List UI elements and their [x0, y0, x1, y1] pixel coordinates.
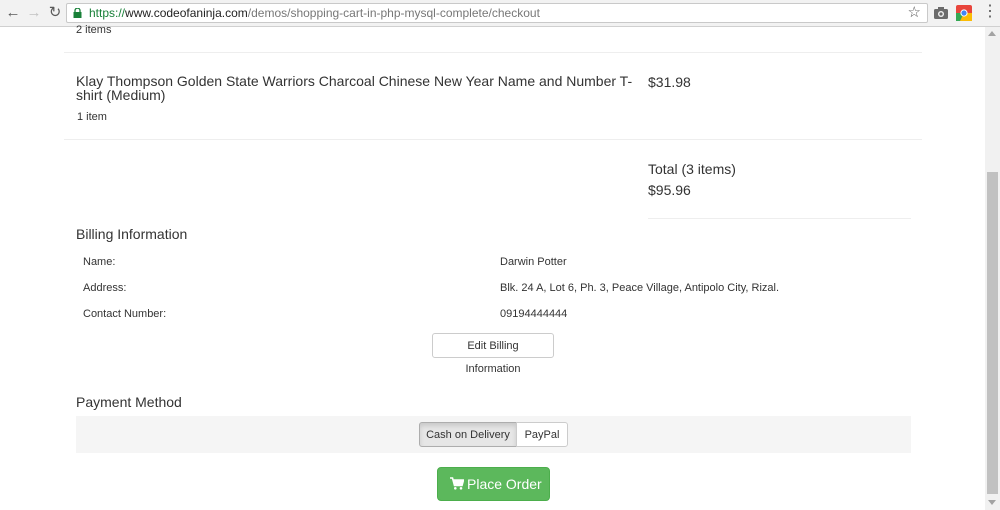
bookmark-star-icon[interactable]: ☆ — [908, 4, 921, 22]
divider — [64, 139, 922, 140]
billing-contact-value: 09194444444 — [500, 308, 568, 320]
lock-icon — [73, 8, 82, 18]
shopping-cart-icon — [450, 477, 464, 490]
scroll-down-arrow-icon[interactable] — [988, 500, 996, 505]
edit-billing-button[interactable]: Edit Billing Information — [432, 333, 554, 375]
forward-arrow-icon[interactable]: → — [25, 4, 43, 22]
scroll-up-arrow-icon[interactable] — [988, 31, 996, 36]
product-name: Klay Thompson Golden State Warriors Char… — [76, 73, 633, 103]
billing-name-value: Darwin Potter — [500, 256, 567, 268]
chrome-extension-icon[interactable] — [956, 5, 972, 21]
cash-on-delivery-button[interactable]: Cash on Delivery — [419, 422, 517, 447]
url-text: https://www.codeofaninja.com/demos/shopp… — [89, 6, 540, 20]
product-quantity: 1 item — [77, 111, 107, 123]
more-menu-icon[interactable]: ⋮ — [982, 3, 998, 21]
cart-total-label: Total (3 items) — [648, 161, 736, 177]
cart-total-amount: $95.96 — [648, 182, 691, 198]
billing-address-value: Blk. 24 A, Lot 6, Ph. 3, Peace Village, … — [500, 282, 780, 294]
address-bar[interactable]: https://www.codeofaninja.com/demos/shopp… — [66, 3, 928, 23]
divider — [64, 52, 922, 53]
back-arrow-icon[interactable]: ← — [4, 4, 22, 22]
place-order-button[interactable]: Place Order — [437, 467, 550, 501]
camera-icon[interactable] — [933, 5, 949, 21]
paypal-button[interactable]: PayPal — [516, 422, 568, 447]
billing-title: Billing Information — [76, 226, 188, 242]
browser-toolbar: ← → ↻ https://www.codeofaninja.com/demos… — [0, 0, 1000, 27]
reload-icon[interactable]: ↻ — [46, 4, 64, 22]
place-order-label: Place Order — [467, 476, 542, 492]
divider — [648, 218, 911, 219]
billing-address-label: Address: — [83, 282, 127, 294]
billing-contact-label: Contact Number: — [83, 308, 167, 320]
product-price: $31.98 — [648, 74, 691, 90]
payment-title: Payment Method — [76, 394, 182, 410]
billing-name-label: Name: — [83, 256, 116, 268]
previous-item-quantity: 2 items — [76, 24, 112, 36]
scrollbar-thumb[interactable] — [987, 172, 998, 494]
